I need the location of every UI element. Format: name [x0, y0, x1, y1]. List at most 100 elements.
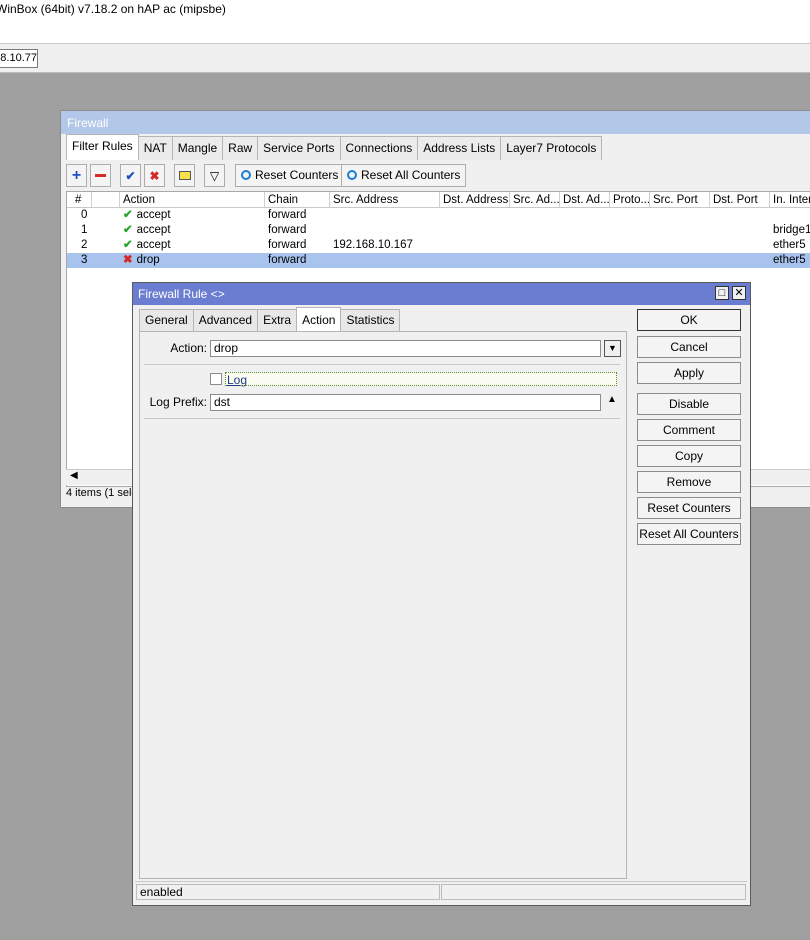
tab-statistics[interactable]: Statistics	[340, 309, 401, 331]
reset-all-counters-button[interactable]: Reset All Counters	[341, 164, 467, 187]
disable-button[interactable]: Disable	[637, 393, 741, 415]
tab-filter-rules[interactable]: Filter Rules	[66, 134, 139, 160]
accept-check-icon: ✔	[123, 239, 133, 251]
counter-reset-icon	[241, 170, 251, 180]
col-num[interactable]: #	[67, 192, 92, 207]
dialog-title: Firewall Rule <>	[138, 287, 225, 301]
row-action-label: accept	[136, 224, 171, 236]
table-row[interactable]: 0 ✔ accept forward	[67, 208, 810, 223]
firewall-title: Firewall	[61, 111, 810, 134]
row-chain: forward	[268, 254, 307, 266]
row-action-label: accept	[136, 239, 171, 251]
col-protocol[interactable]: Proto...	[610, 192, 650, 207]
accept-check-icon: ✔	[123, 209, 133, 221]
tab-advanced[interactable]: Advanced	[192, 309, 259, 331]
accept-check-icon: ✔	[123, 224, 133, 236]
log-checkbox[interactable]	[210, 373, 222, 385]
col-dst-port[interactable]: Dst. Port	[710, 192, 770, 207]
app-title: WinBox (64bit) v7.18.2 on hAP ac (mipsbe…	[0, 2, 226, 16]
col-in-interface[interactable]: In. Inter...	[770, 192, 810, 207]
firewall-status: 4 items (1 selected)	[66, 487, 136, 499]
session-address: 192.168.10.77	[0, 52, 37, 64]
reset-counters-button[interactable]: Reset Counters	[637, 497, 741, 519]
col-src-address[interactable]: Src. Address	[330, 192, 440, 207]
reset-all-counters-button[interactable]: Reset All Counters	[637, 523, 741, 545]
maximize-icon[interactable]: □	[715, 286, 729, 300]
disable-x-icon[interactable]: ✖	[144, 164, 165, 187]
row-action-label: drop	[136, 254, 160, 266]
dropdown-arrow-icon[interactable]: ▼	[604, 340, 621, 357]
row-src	[330, 253, 440, 268]
row-in-iface	[770, 208, 810, 223]
log-focus-outline	[225, 372, 617, 386]
action-label: Action:	[170, 341, 207, 355]
row-action: ✔ accept	[120, 208, 265, 223]
firewall-toolbar: + ✔ ✖ ▽ Reset Counters Reset All Counter…	[66, 164, 810, 188]
col-src-address-list[interactable]: Src. Ad...	[510, 192, 560, 207]
tab-general[interactable]: General	[139, 309, 194, 331]
row-num: 1	[81, 224, 88, 236]
session-address-field[interactable]: 192.168.10.77	[0, 49, 38, 68]
action-select[interactable]: drop	[210, 340, 601, 357]
col-dst-address[interactable]: Dst. Address	[440, 192, 510, 207]
tab-connections[interactable]: Connections	[339, 136, 419, 160]
add-icon[interactable]: +	[66, 164, 87, 187]
tab-action[interactable]: Action	[296, 307, 342, 331]
log-prefix-field[interactable]: dst	[210, 394, 601, 411]
row-chain: forward	[268, 239, 307, 251]
row-src: 192.168.10.167	[333, 239, 413, 251]
dialog-titlebar: Firewall Rule <> □ ✕	[133, 283, 750, 305]
app-titlebar: WinBox (64bit) v7.18.2 on hAP ac (mipsbe…	[0, 0, 810, 44]
ok-button[interactable]: OK	[637, 309, 741, 331]
row-action-label: accept	[136, 209, 171, 221]
col-src-port[interactable]: Src. Port	[650, 192, 710, 207]
cancel-button[interactable]: Cancel	[637, 336, 741, 358]
filter-icon[interactable]: ▽	[204, 164, 225, 187]
scroll-left-icon[interactable]: ◀	[70, 470, 78, 481]
row-src	[330, 208, 440, 223]
close-icon[interactable]: ✕	[732, 286, 746, 300]
note-shape	[178, 171, 191, 180]
minus-bar	[95, 174, 106, 177]
table-row[interactable]: 2 ✔ accept forward 192.168.10.167 ether5	[67, 238, 810, 253]
comment-icon[interactable]	[174, 164, 195, 187]
collapse-up-icon[interactable]: ▲	[607, 394, 617, 405]
tab-nat[interactable]: NAT	[137, 136, 173, 160]
tab-raw[interactable]: Raw	[222, 136, 259, 160]
row-chain: forward	[268, 209, 307, 221]
col-action[interactable]: Action	[120, 192, 265, 207]
tab-mangle[interactable]: Mangle	[171, 136, 224, 160]
rule-status: enabled	[136, 884, 440, 900]
row-num: 3	[81, 254, 88, 266]
remove-icon[interactable]	[90, 164, 111, 187]
remove-button[interactable]: Remove	[637, 471, 741, 493]
log-prefix-label: Log Prefix:	[149, 395, 207, 409]
row-src	[330, 223, 440, 238]
table-row[interactable]: 1 ✔ accept forward bridge1	[67, 223, 810, 238]
comment-button[interactable]: Comment	[637, 419, 741, 441]
col-chain[interactable]: Chain	[265, 192, 330, 207]
row-in-iface: ether5	[773, 239, 806, 251]
enable-check-icon[interactable]: ✔	[120, 164, 141, 187]
table-row-selected[interactable]: 3 ✖ drop forward ether5	[67, 253, 810, 268]
tab-address-lists[interactable]: Address Lists	[417, 136, 502, 160]
tab-extra[interactable]: Extra	[257, 309, 298, 331]
firewall-rule-dialog: Firewall Rule <> □ ✕ General Advanced Ex…	[132, 282, 751, 906]
tab-layer7-protocols[interactable]: Layer7 Protocols	[500, 136, 603, 160]
status-cell-empty	[441, 884, 746, 900]
dialog-status-bar: enabled	[135, 881, 747, 901]
col-flags[interactable]	[92, 192, 120, 207]
divider	[144, 418, 620, 419]
row-in-iface: ether5	[773, 254, 806, 266]
reset-all-counters-label: Reset All Counters	[361, 168, 461, 182]
divider	[144, 364, 620, 365]
apply-button[interactable]: Apply	[637, 362, 741, 384]
row-in-iface: bridge1	[773, 224, 810, 236]
log-label[interactable]: Log	[227, 373, 247, 387]
copy-button[interactable]: Copy	[637, 445, 741, 467]
tab-service-ports[interactable]: Service Ports	[257, 136, 341, 160]
col-dst-address-list[interactable]: Dst. Ad...	[560, 192, 610, 207]
row-num: 0	[81, 209, 88, 221]
reset-counters-button[interactable]: Reset Counters	[235, 164, 345, 187]
counter-reset-all-icon	[347, 170, 357, 180]
